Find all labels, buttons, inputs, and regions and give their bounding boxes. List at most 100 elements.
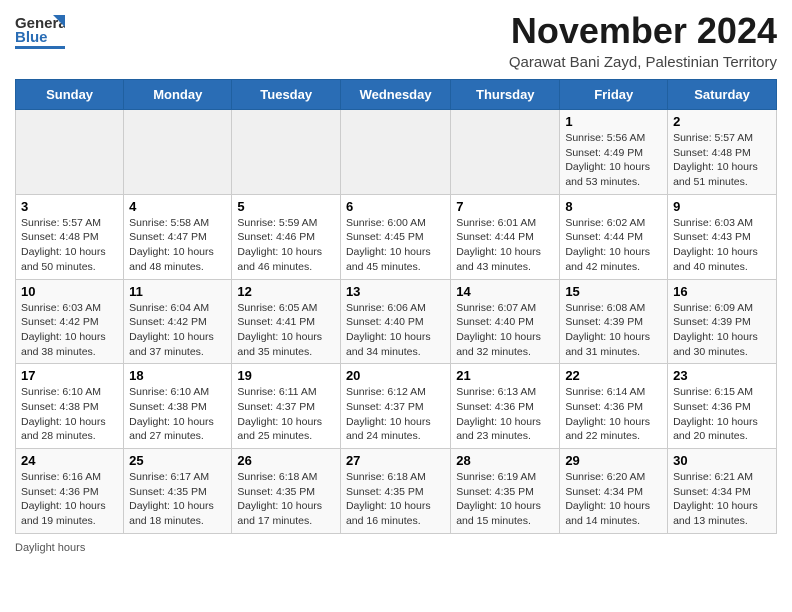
calendar-cell [232, 110, 341, 195]
day-number: 2 [673, 114, 771, 129]
calendar-week-4: 17 Sunrise: 6:10 AMSunset: 4:38 PMDayligh… [16, 364, 777, 449]
day-number: 17 [21, 368, 118, 383]
day-info: Sunrise: 6:17 AMSunset: 4:35 PMDaylight:… [129, 470, 226, 529]
day-info: Sunrise: 6:18 AMSunset: 4:35 PMDaylight:… [346, 470, 445, 529]
weekday-header-monday: Monday [124, 80, 232, 110]
calendar-cell [16, 110, 124, 195]
day-number: 11 [129, 284, 226, 299]
calendar-table: SundayMondayTuesdayWednesdayThursdayFrid… [15, 79, 777, 534]
day-number: 24 [21, 453, 118, 468]
day-info: Sunrise: 6:10 AMSunset: 4:38 PMDaylight:… [129, 385, 226, 444]
day-info: Sunrise: 6:09 AMSunset: 4:39 PMDaylight:… [673, 301, 771, 360]
calendar-cell: 15 Sunrise: 6:08 AMSunset: 4:39 PMDayligh… [560, 279, 668, 364]
calendar-cell: 30 Sunrise: 6:21 AMSunset: 4:34 PMDayligh… [668, 449, 777, 534]
calendar-cell: 27 Sunrise: 6:18 AMSunset: 4:35 PMDayligh… [340, 449, 450, 534]
page-header: General Blue November 2024 Qarawat Bani … [15, 10, 777, 71]
calendar-week-2: 3 Sunrise: 5:57 AMSunset: 4:48 PMDaylight… [16, 194, 777, 279]
day-info: Sunrise: 6:10 AMSunset: 4:38 PMDaylight:… [21, 385, 118, 444]
day-number: 12 [237, 284, 335, 299]
calendar-cell: 3 Sunrise: 5:57 AMSunset: 4:48 PMDaylight… [16, 194, 124, 279]
day-info: Sunrise: 6:14 AMSunset: 4:36 PMDaylight:… [565, 385, 662, 444]
calendar-cell: 1 Sunrise: 5:56 AMSunset: 4:49 PMDaylight… [560, 110, 668, 195]
logo: General Blue [15, 10, 67, 55]
day-number: 26 [237, 453, 335, 468]
calendar-cell: 20Sunrise: 6:12 AMSunset: 4:37 PMDayligh… [340, 364, 450, 449]
day-number: 9 [673, 199, 771, 214]
day-number: 23 [673, 368, 771, 383]
calendar-cell: 2 Sunrise: 5:57 AMSunset: 4:48 PMDaylight… [668, 110, 777, 195]
day-info: Sunrise: 6:21 AMSunset: 4:34 PMDaylight:… [673, 470, 771, 529]
day-number: 29 [565, 453, 662, 468]
calendar-cell: 10Sunrise: 6:03 AMSunset: 4:42 PMDayligh… [16, 279, 124, 364]
day-info: Sunrise: 6:03 AMSunset: 4:43 PMDaylight:… [673, 216, 771, 275]
day-info: Sunrise: 6:20 AMSunset: 4:34 PMDaylight:… [565, 470, 662, 529]
calendar-cell: 6Sunrise: 6:00 AMSunset: 4:45 PMDaylight… [340, 194, 450, 279]
day-info: Sunrise: 6:05 AMSunset: 4:41 PMDaylight:… [237, 301, 335, 360]
day-number: 7 [456, 199, 554, 214]
weekday-header-friday: Friday [560, 80, 668, 110]
calendar-cell: 5Sunrise: 5:59 AMSunset: 4:46 PMDaylight… [232, 194, 341, 279]
calendar-cell: 7 Sunrise: 6:01 AMSunset: 4:44 PMDaylight… [451, 194, 560, 279]
calendar-cell: 16 Sunrise: 6:09 AMSunset: 4:39 PMDayligh… [668, 279, 777, 364]
calendar-cell [451, 110, 560, 195]
day-number: 19 [237, 368, 335, 383]
calendar-cell: 8Sunrise: 6:02 AMSunset: 4:44 PMDaylight… [560, 194, 668, 279]
calendar-week-1: 1 Sunrise: 5:56 AMSunset: 4:49 PMDaylight… [16, 110, 777, 195]
day-info: Sunrise: 6:11 AMSunset: 4:37 PMDaylight:… [237, 385, 335, 444]
weekday-header-sunday: Sunday [16, 80, 124, 110]
calendar-cell: 17 Sunrise: 6:10 AMSunset: 4:38 PMDayligh… [16, 364, 124, 449]
day-info: Sunrise: 6:06 AMSunset: 4:40 PMDaylight:… [346, 301, 445, 360]
calendar-cell: 4 Sunrise: 5:58 AMSunset: 4:47 PMDaylight… [124, 194, 232, 279]
day-info: Sunrise: 6:02 AMSunset: 4:44 PMDaylight:… [565, 216, 662, 275]
day-number: 5 [237, 199, 335, 214]
day-number: 28 [456, 453, 554, 468]
calendar-cell: 13 Sunrise: 6:06 AMSunset: 4:40 PMDayligh… [340, 279, 450, 364]
calendar-cell [340, 110, 450, 195]
day-info: Sunrise: 5:56 AMSunset: 4:49 PMDaylight:… [565, 131, 662, 190]
day-number: 16 [673, 284, 771, 299]
location-title: Qarawat Bani Zayd, Palestinian Territory [509, 54, 777, 71]
day-info: Sunrise: 6:07 AMSunset: 4:40 PMDaylight:… [456, 301, 554, 360]
day-number: 27 [346, 453, 445, 468]
day-info: Sunrise: 6:01 AMSunset: 4:44 PMDaylight:… [456, 216, 554, 275]
calendar-cell: 28Sunrise: 6:19 AMSunset: 4:35 PMDayligh… [451, 449, 560, 534]
day-number: 21 [456, 368, 554, 383]
day-info: Sunrise: 6:08 AMSunset: 4:39 PMDaylight:… [565, 301, 662, 360]
calendar-cell: 24 Sunrise: 6:16 AMSunset: 4:36 PMDayligh… [16, 449, 124, 534]
day-info: Sunrise: 5:58 AMSunset: 4:47 PMDaylight:… [129, 216, 226, 275]
day-info: Sunrise: 6:15 AMSunset: 4:36 PMDaylight:… [673, 385, 771, 444]
day-number: 30 [673, 453, 771, 468]
day-info: Sunrise: 6:12 AMSunset: 4:37 PMDaylight:… [346, 385, 445, 444]
calendar-cell: 19 Sunrise: 6:11 AMSunset: 4:37 PMDayligh… [232, 364, 341, 449]
calendar-header: SundayMondayTuesdayWednesdayThursdayFrid… [16, 80, 777, 110]
calendar-cell: 21 Sunrise: 6:13 AMSunset: 4:36 PMDayligh… [451, 364, 560, 449]
calendar-cell: 25 Sunrise: 6:17 AMSunset: 4:35 PMDayligh… [124, 449, 232, 534]
day-number: 13 [346, 284, 445, 299]
day-number: 22 [565, 368, 662, 383]
calendar-cell: 11 Sunrise: 6:04 AMSunset: 4:42 PMDayligh… [124, 279, 232, 364]
day-number: 1 [565, 114, 662, 129]
title-section: November 2024 Qarawat Bani Zayd, Palesti… [509, 10, 777, 71]
calendar-cell: 23 Sunrise: 6:15 AMSunset: 4:36 PMDayligh… [668, 364, 777, 449]
day-info: Sunrise: 5:57 AMSunset: 4:48 PMDaylight:… [673, 131, 771, 190]
day-info: Sunrise: 6:16 AMSunset: 4:36 PMDaylight:… [21, 470, 118, 529]
calendar-cell: 29 Sunrise: 6:20 AMSunset: 4:34 PMDayligh… [560, 449, 668, 534]
day-number: 4 [129, 199, 226, 214]
calendar-cell: 12 Sunrise: 6:05 AMSunset: 4:41 PMDayligh… [232, 279, 341, 364]
day-info: Sunrise: 6:04 AMSunset: 4:42 PMDaylight:… [129, 301, 226, 360]
day-info: Sunrise: 6:00 AMSunset: 4:45 PMDaylight:… [346, 216, 445, 275]
calendar-cell [124, 110, 232, 195]
day-number: 3 [21, 199, 118, 214]
calendar-cell: 14 Sunrise: 6:07 AMSunset: 4:40 PMDayligh… [451, 279, 560, 364]
day-info: Sunrise: 6:18 AMSunset: 4:35 PMDaylight:… [237, 470, 335, 529]
day-info: Sunrise: 6:13 AMSunset: 4:36 PMDaylight:… [456, 385, 554, 444]
calendar-week-3: 10Sunrise: 6:03 AMSunset: 4:42 PMDayligh… [16, 279, 777, 364]
calendar-cell: 18Sunrise: 6:10 AMSunset: 4:38 PMDayligh… [124, 364, 232, 449]
day-number: 25 [129, 453, 226, 468]
day-number: 15 [565, 284, 662, 299]
calendar-week-5: 24 Sunrise: 6:16 AMSunset: 4:36 PMDayligh… [16, 449, 777, 534]
calendar-cell: 26 Sunrise: 6:18 AMSunset: 4:35 PMDayligh… [232, 449, 341, 534]
day-info: Sunrise: 5:57 AMSunset: 4:48 PMDaylight:… [21, 216, 118, 275]
weekday-header-tuesday: Tuesday [232, 80, 341, 110]
day-number: 14 [456, 284, 554, 299]
